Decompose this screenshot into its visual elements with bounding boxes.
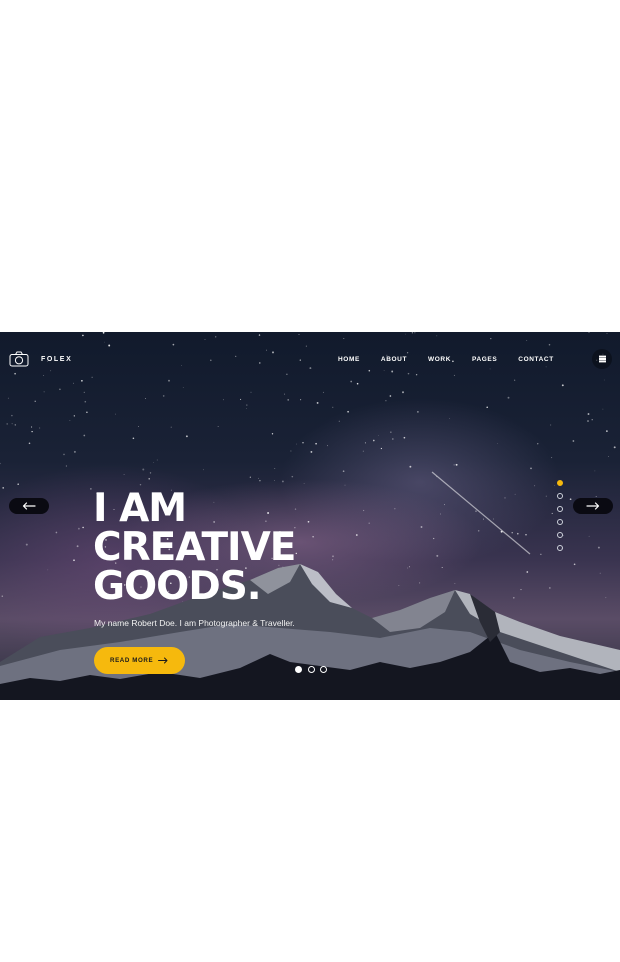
- main-nav: HOME ABOUT WORK PAGES CONTACT: [338, 356, 554, 363]
- nav-item-pages[interactable]: PAGES: [472, 356, 497, 363]
- brand-name: FOLEX: [41, 355, 73, 363]
- slide-dot[interactable]: [557, 493, 563, 499]
- slide-dot[interactable]: [320, 666, 327, 673]
- read-more-button[interactable]: READ MORE: [94, 647, 185, 674]
- camera-icon: [9, 351, 29, 367]
- brand-logo[interactable]: FOLEX: [9, 351, 72, 367]
- arrow-right-icon: [158, 657, 168, 664]
- slider-prev-button[interactable]: [9, 498, 49, 514]
- headline-line: I AM: [93, 486, 187, 531]
- slide-dot[interactable]: [295, 666, 302, 673]
- slide-dot[interactable]: [557, 545, 563, 551]
- menu-button[interactable]: [592, 349, 612, 369]
- arrow-left-icon: [22, 502, 36, 510]
- hamburger-icon: [598, 358, 606, 360]
- arrow-right-icon: [586, 502, 600, 510]
- slide-dot[interactable]: [557, 532, 563, 538]
- slider-next-button[interactable]: [573, 498, 613, 514]
- headline-line: GOODS.: [93, 564, 262, 609]
- hero-subtitle: My name Robert Doe. I am Photographer & …: [94, 618, 295, 628]
- slide-dot[interactable]: [557, 519, 563, 525]
- nav-item-home[interactable]: HOME: [338, 356, 360, 363]
- hero-headline: I AM CREATIVE GOODS.: [93, 486, 296, 609]
- slide-dot[interactable]: [557, 506, 563, 512]
- slide-dot[interactable]: [557, 480, 563, 486]
- nav-item-about[interactable]: ABOUT: [381, 356, 407, 363]
- nav-item-work[interactable]: WORK: [428, 356, 451, 363]
- slide-dot[interactable]: [307, 666, 315, 673]
- hero-section: FOLEX HOME ABOUT WORK PAGES CONTACT I AM…: [0, 332, 620, 700]
- headline-line: CREATIVE: [93, 525, 296, 570]
- read-more-label: READ MORE: [110, 657, 154, 664]
- nav-item-contact[interactable]: CONTACT: [518, 356, 554, 363]
